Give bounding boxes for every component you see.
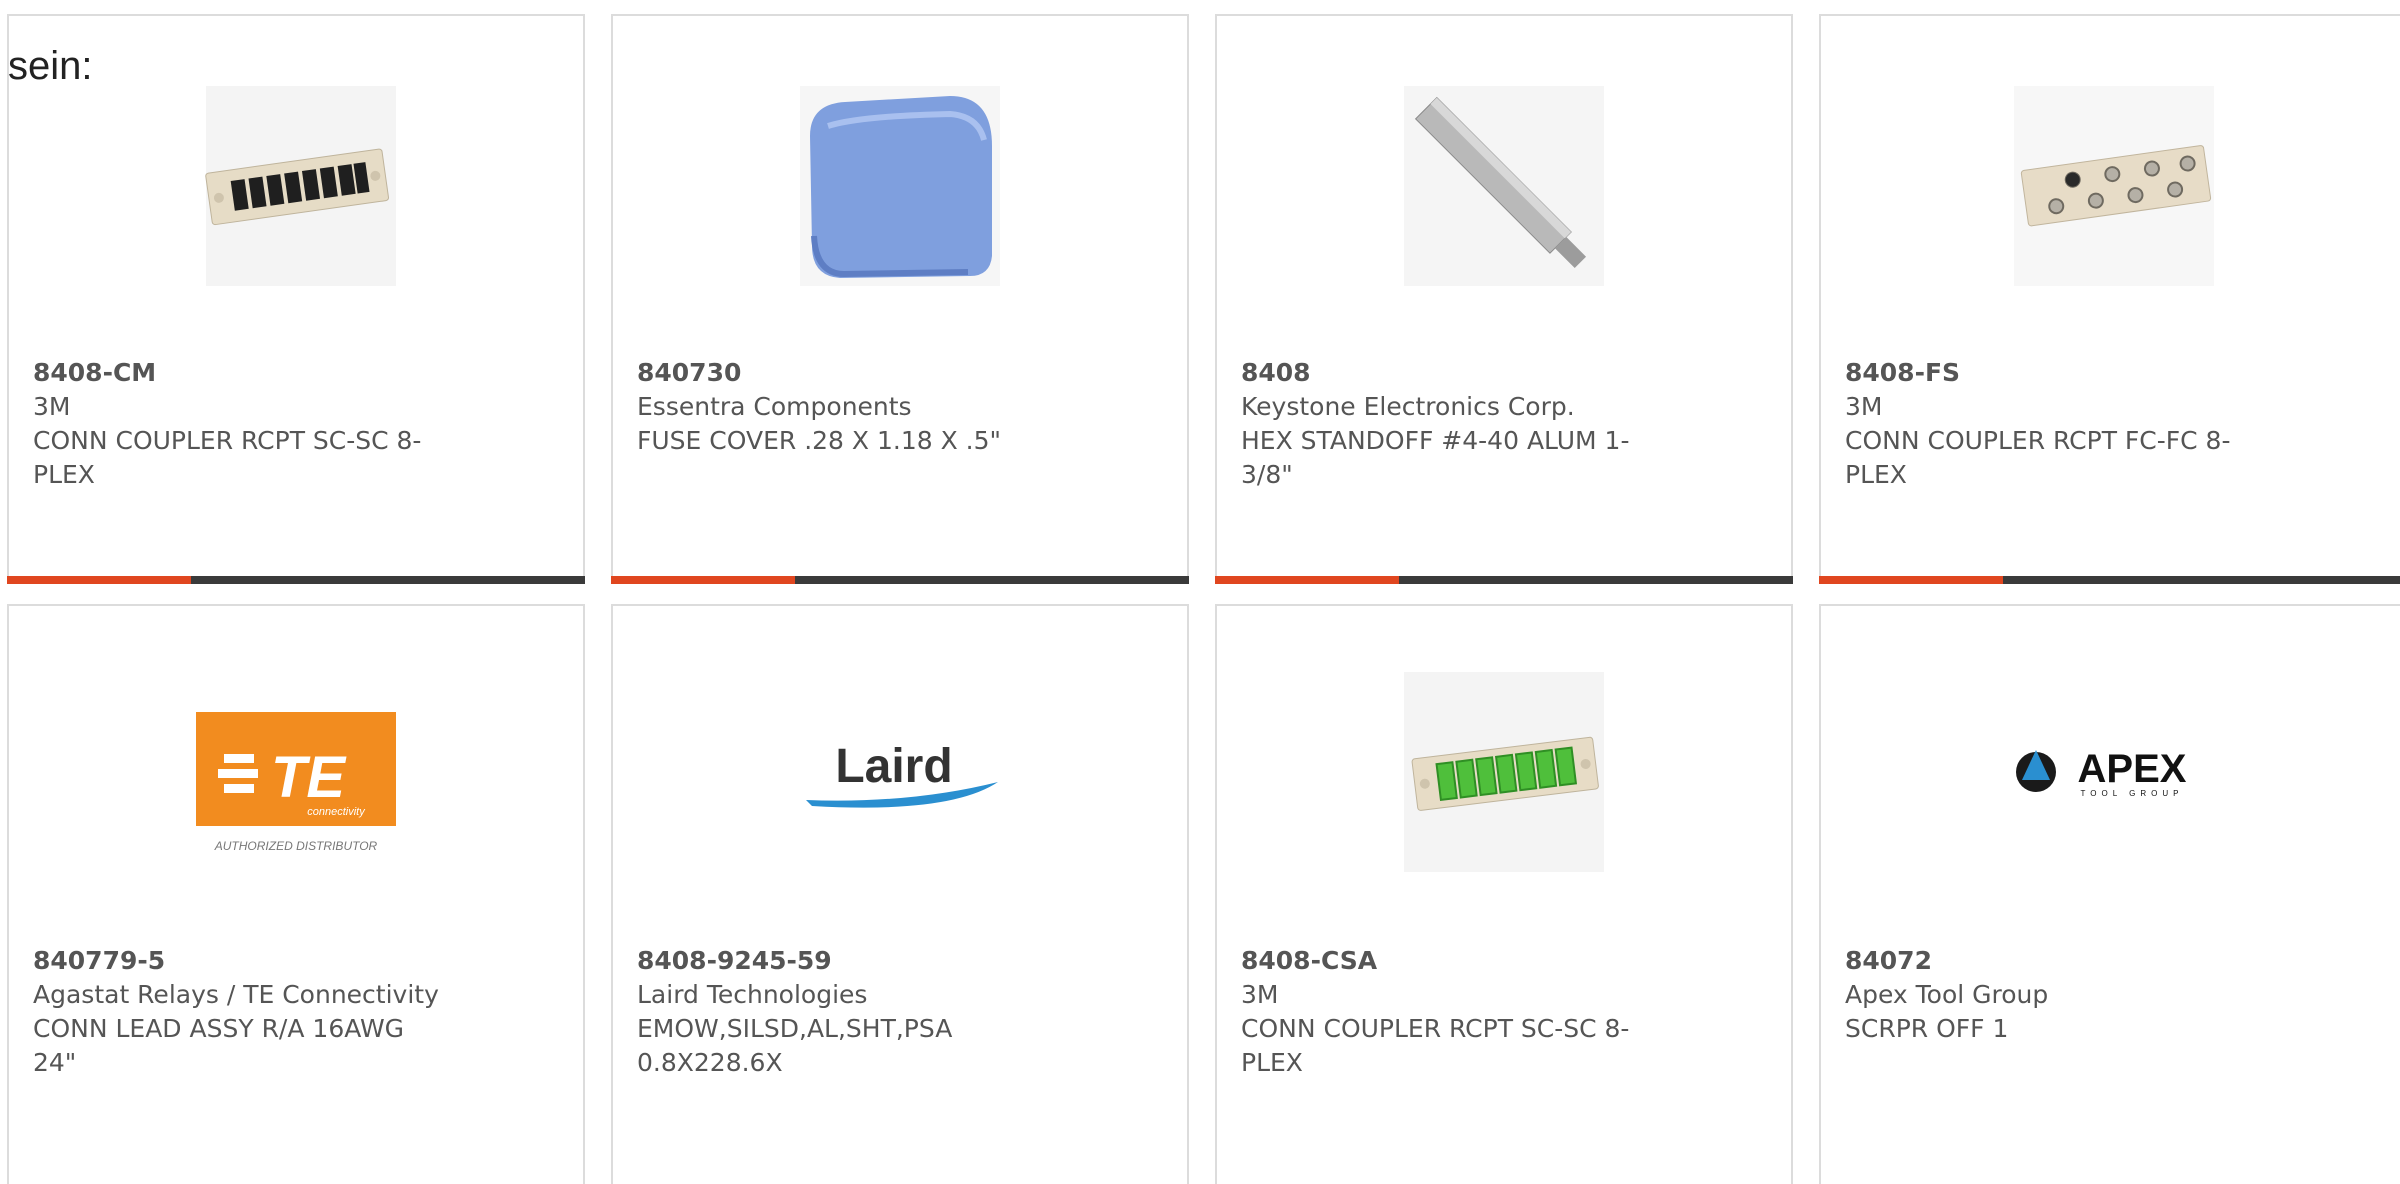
manufacturer: Laird Technologies	[637, 980, 868, 1009]
manufacturer: 3M	[33, 392, 71, 421]
card-bar-accent	[1819, 576, 2003, 584]
description: HEX STANDOFF #4-40 ALUM 1-3/8"	[1241, 426, 1630, 489]
svg-text:TOOL GROUP: TOOL GROUP	[2081, 789, 2184, 798]
card-bar	[1819, 576, 2400, 584]
part-number[interactable]: 8408-FS	[1845, 356, 2265, 390]
apex-logo: APEX TOOL GROUP	[2016, 747, 2187, 798]
card-bar-accent	[7, 576, 191, 584]
manufacturer: Agastat Relays / TE Connectivity	[33, 980, 439, 1009]
card-bar	[611, 576, 1189, 584]
svg-text:Laird: Laird	[835, 740, 952, 793]
manufacturer: 3M	[1241, 980, 1279, 1009]
description: SCRPR OFF 1	[1845, 1014, 2009, 1043]
product-card[interactable]: Laird 8408-9245-59 Laird Technologies EM…	[611, 604, 1189, 1184]
svg-text:connectivity: connectivity	[307, 806, 366, 818]
product-card[interactable]: 8408-CM 3M CONN COUPLER RCPT SC-SC 8-PLE…	[7, 14, 585, 584]
product-card[interactable]: 8408-CSA 3M CONN COUPLER RCPT SC-SC 8-PL…	[1215, 604, 1793, 1184]
lead-label: sein:	[8, 44, 93, 88]
product-card[interactable]: TE connectivity AUTHORIZED DISTRIBUTOR 8…	[7, 604, 585, 1184]
product-image[interactable]	[1404, 86, 1604, 286]
description: FUSE COVER .28 X 1.18 X .5"	[637, 426, 1002, 455]
part-number[interactable]: 8408-CM	[33, 356, 453, 390]
laird-logo: Laird	[806, 740, 998, 808]
description: EMOW,SILSD,AL,SHT,PSA 0.8X228.6X	[637, 1014, 953, 1077]
card-bar	[1215, 576, 1793, 584]
part-number[interactable]: 840730	[637, 356, 1057, 390]
product-card[interactable]: 8408 Keystone Electronics Corp. HEX STAN…	[1215, 14, 1793, 584]
product-image[interactable]: Laird	[800, 672, 1000, 872]
product-card[interactable]: 840730 Essentra Components FUSE COVER .2…	[611, 14, 1189, 584]
part-number[interactable]: 8408-CSA	[1241, 944, 1661, 978]
manufacturer: Apex Tool Group	[1845, 980, 2049, 1009]
fuse-cover-icon	[800, 86, 1000, 286]
product-card[interactable]: APEX TOOL GROUP 84072 Apex Tool Group SC…	[1819, 604, 2400, 1184]
description: CONN LEAD ASSY R/A 16AWG 24"	[33, 1014, 405, 1077]
description: CONN COUPLER RCPT FC-FC 8-PLEX	[1845, 426, 2231, 489]
product-image[interactable]	[196, 86, 396, 286]
coupler-plate-icon	[205, 86, 396, 286]
description: CONN COUPLER RCPT SC-SC 8-PLEX	[33, 426, 422, 489]
part-number[interactable]: 840779-5	[33, 944, 453, 978]
manufacturer: Keystone Electronics Corp.	[1241, 392, 1575, 421]
part-number[interactable]: 84072	[1845, 944, 2265, 978]
product-image[interactable]	[2014, 86, 2214, 286]
coupler-plate-icon	[2014, 86, 2214, 286]
manufacturer: Essentra Components	[637, 392, 912, 421]
part-number[interactable]: 8408-9245-59	[637, 944, 1057, 978]
hex-standoff-icon	[1404, 86, 1604, 286]
product-image[interactable]	[1404, 672, 1604, 872]
product-image[interactable]: TE connectivity AUTHORIZED DISTRIBUTOR	[196, 672, 396, 872]
product-image[interactable]	[800, 86, 1000, 286]
description: CONN COUPLER RCPT SC-SC 8-PLEX	[1241, 1014, 1630, 1077]
coupler-plate-icon	[1404, 672, 1604, 872]
svg-text:TE: TE	[271, 745, 347, 810]
product-image[interactable]: APEX TOOL GROUP	[2014, 672, 2214, 872]
card-bar-accent	[1215, 576, 1399, 584]
part-number[interactable]: 8408	[1241, 356, 1661, 390]
svg-text:APEX: APEX	[2078, 747, 2187, 791]
card-bar-accent	[611, 576, 795, 584]
product-card[interactable]: 8408-FS 3M CONN COUPLER RCPT FC-FC 8-PLE…	[1819, 14, 2400, 584]
te-connectivity-logo: TE connectivity AUTHORIZED DISTRIBUTOR	[196, 712, 396, 853]
svg-text:AUTHORIZED DISTRIBUTOR: AUTHORIZED DISTRIBUTOR	[214, 839, 378, 853]
manufacturer: 3M	[1845, 392, 1883, 421]
card-bar	[7, 576, 585, 584]
